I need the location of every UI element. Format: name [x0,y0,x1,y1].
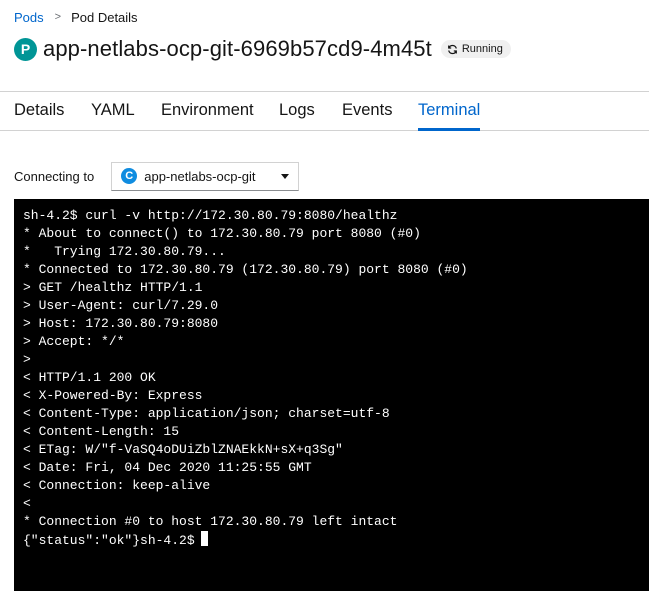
page-title: app-netlabs-ocp-git-6969b57cd9-4m45t [43,36,432,61]
terminal-prompt-line: {"status":"ok"}sh-4.2$ [23,531,649,549]
terminal-output[interactable]: sh-4.2$ curl -v http://172.30.80.79:8080… [14,199,649,591]
terminal-line: > User-Agent: curl/7.29.0 [23,298,219,313]
terminal-line: {"status":"ok"}sh-4.2$ [23,533,195,548]
container-resource-badge: C [121,168,138,184]
terminal-line: * Connected to 172.30.80.79 (172.30.80.7… [23,262,468,277]
tab-details[interactable]: Details [14,92,64,130]
terminal-line: < ETag: W/"f-VaSQ4oDUiZblZNAEkkN+sX+q3Sg… [23,442,343,457]
terminal-line: < Content-Length: 15 [23,424,180,439]
connecting-to-label: Connecting to [14,168,95,184]
breadcrumb-separator-icon: > [54,10,62,23]
breadcrumb: Pods > Pod Details [14,9,138,25]
terminal-line: > Host: 172.30.80.79:8080 [23,316,219,331]
terminal-line: * About to connect() to 172.30.80.79 por… [23,226,421,241]
page-header: P app-netlabs-ocp-git-6969b57cd9-4m45t R… [14,35,511,63]
container-selector-row: Connecting to C app-netlabs-ocp-git [14,161,300,191]
pod-resource-badge: P [14,37,37,61]
status-badge: Running [440,40,511,58]
container-dropdown-value: app-netlabs-ocp-git [144,168,256,184]
tab-yaml[interactable]: YAML [91,92,135,130]
tab-environment[interactable]: Environment [161,92,254,130]
tab-terminal[interactable]: Terminal [418,92,481,131]
terminal-line: < Connection: keep-alive [23,478,211,493]
tab-logs[interactable]: Logs [279,92,315,130]
terminal-line: < X-Powered-By: Express [23,388,203,403]
terminal-line: > [23,352,31,367]
breadcrumb-link-pods[interactable]: Pods [14,10,44,25]
terminal-line: < Content-Type: application/json; charse… [23,406,390,421]
terminal-line: * Connection #0 to host 172.30.80.79 lef… [23,514,398,529]
sync-icon [447,44,457,54]
terminal-line: < [23,496,31,511]
caret-down-icon [281,173,290,179]
terminal-line: > Accept: */* [23,334,125,349]
terminal-line: < HTTP/1.1 200 OK [23,370,156,385]
terminal-line: < Date: Fri, 04 Dec 2020 11:25:55 GMT [23,460,312,475]
container-dropdown[interactable]: C app-netlabs-ocp-git [111,161,300,191]
terminal-cursor [200,531,208,546]
status-text: Running [461,43,503,55]
tab-bar: Details YAML Environment Logs Events Ter… [0,91,649,131]
terminal-line: * Trying 172.30.80.79... [23,244,226,259]
breadcrumb-current: Pod Details [71,9,138,25]
tab-events[interactable]: Events [342,92,392,130]
terminal-line: > GET /healthz HTTP/1.1 [23,280,203,295]
terminal-line: sh-4.2$ curl -v http://172.30.80.79:8080… [23,208,398,223]
